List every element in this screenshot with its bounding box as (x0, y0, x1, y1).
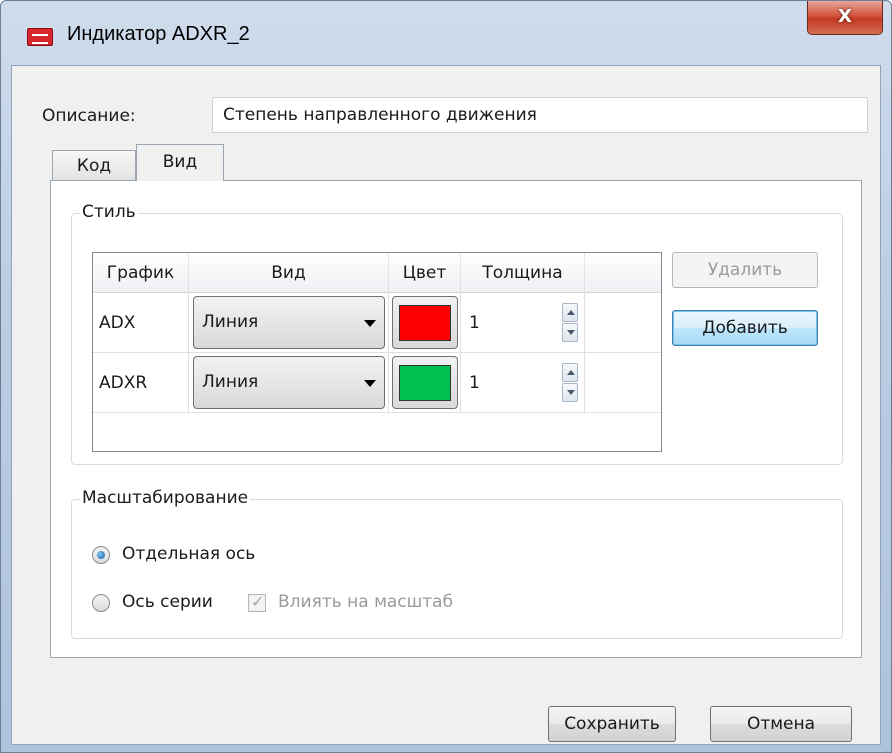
column-header-thickness[interactable]: Толщина (461, 253, 585, 293)
column-header-type[interactable]: Вид (189, 253, 389, 293)
checkmark-icon: ✓ (251, 592, 265, 611)
column-header-color[interactable]: Цвет (389, 253, 461, 293)
thickness-value: 1 (469, 373, 480, 393)
color-picker-button[interactable] (392, 296, 458, 349)
spin-up-icon[interactable] (562, 363, 578, 382)
affect-scale-label: Влиять на масштаб (278, 592, 454, 612)
series-axis-radio[interactable] (92, 594, 110, 612)
delete-button[interactable]: Удалить (672, 252, 818, 288)
grid-header: График Вид Цвет Толщина (93, 253, 661, 293)
series-axis-label[interactable]: Ось серии (122, 592, 213, 612)
close-button[interactable]: X (807, 1, 883, 35)
cancel-button[interactable]: Отмена (710, 706, 852, 742)
column-header-plot[interactable]: График (93, 253, 189, 293)
color-cell (389, 353, 461, 413)
spin-down-icon[interactable] (562, 383, 578, 402)
type-cell: Линия (189, 353, 389, 413)
separate-axis-radio[interactable] (92, 546, 110, 564)
spin-down-icon[interactable] (562, 323, 578, 342)
chevron-down-icon (364, 380, 376, 387)
type-cell: Линия (189, 293, 389, 353)
plot-name-cell: ADXR (93, 353, 189, 413)
plot-type-dropdown[interactable]: Линия (193, 356, 385, 409)
window-title: Индикатор ADXR_2 (67, 23, 250, 45)
thickness-value: 1 (469, 313, 480, 333)
save-button[interactable]: Сохранить (548, 706, 676, 742)
scaling-groupbox: Масштабирование Отдельная ось Ось серии … (71, 488, 843, 639)
thickness-spinner[interactable]: 1 (461, 353, 585, 413)
color-cell (389, 293, 461, 353)
title-bar[interactable]: Индикатор ADXR_2 X (1, 1, 891, 61)
color-swatch (399, 365, 451, 401)
add-button[interactable]: Добавить (672, 310, 818, 346)
grid-row-adxr: ADXR Линия 1 (93, 353, 661, 413)
plot-name-cell: ADX (93, 293, 189, 353)
tab-panel-view: Стиль График Вид Цвет Толщина ADX Линия (50, 180, 862, 658)
description-label: Описание: (42, 106, 136, 126)
app-icon (27, 28, 53, 46)
affect-scale-checkbox[interactable]: ✓ (248, 592, 266, 612)
color-swatch (399, 305, 451, 341)
separate-axis-label[interactable]: Отдельная ось (122, 544, 255, 564)
dialog-client-area: Описание: Степень направленного движения… (11, 65, 881, 745)
thickness-spinner[interactable]: 1 (461, 293, 585, 353)
chevron-down-icon (364, 320, 376, 327)
plot-type-value: Линия (202, 372, 259, 392)
description-input[interactable]: Степень направленного движения (212, 97, 868, 133)
spin-up-icon[interactable] (562, 303, 578, 322)
style-group-legend: Стиль (80, 202, 138, 222)
plot-type-dropdown[interactable]: Линия (193, 296, 385, 349)
grid-row-adx: ADX Линия 1 (93, 293, 661, 353)
tab-view[interactable]: Вид (136, 144, 224, 181)
scaling-group-legend: Масштабирование (80, 488, 251, 508)
tab-code[interactable]: Код (52, 150, 136, 181)
style-groupbox: Стиль График Вид Цвет Толщина ADX Линия (71, 202, 843, 465)
plot-type-value: Линия (202, 312, 259, 332)
style-grid: График Вид Цвет Толщина ADX Линия 1 ADXR… (92, 252, 662, 452)
dialog-window: Индикатор ADXR_2 X Описание: Степень нап… (0, 0, 892, 753)
color-picker-button[interactable] (392, 356, 458, 409)
